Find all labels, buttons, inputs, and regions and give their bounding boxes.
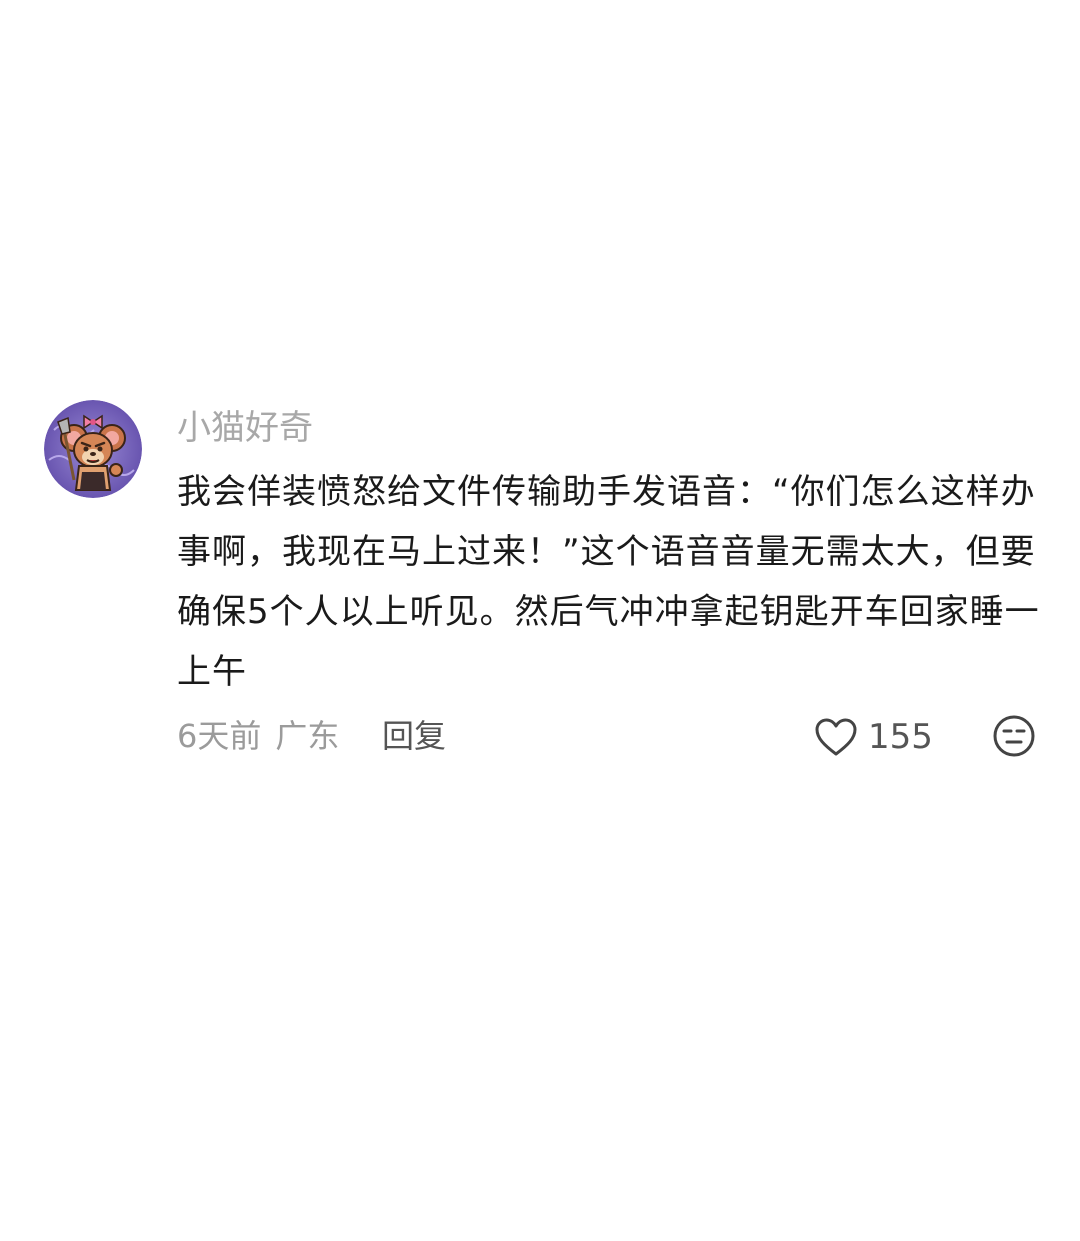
neutral-face-icon: [993, 715, 1035, 757]
comment-item: 小猫好奇 我会佯装愤怒给文件传输助手发语音：“你们怎么这样办事啊，我现在马上过来…: [0, 0, 1080, 1241]
comment-time: 6天前: [177, 717, 262, 755]
heart-outline-icon: [815, 718, 857, 756]
comment-text: 我会佯装愤怒给文件传输助手发语音：“你们怎么这样办事啊，我现在马上过来！”这个语…: [177, 472, 1040, 692]
username[interactable]: 小猫好奇: [177, 404, 313, 452]
like-button[interactable]: 155: [814, 712, 933, 762]
avatar[interactable]: [44, 400, 142, 498]
reply-button[interactable]: 回复: [382, 712, 446, 760]
like-count: 155: [868, 717, 933, 757]
comment-meta: 6天前 广东: [177, 712, 339, 760]
comment-location: 广东: [275, 717, 340, 755]
dislike-button[interactable]: [992, 714, 1036, 758]
